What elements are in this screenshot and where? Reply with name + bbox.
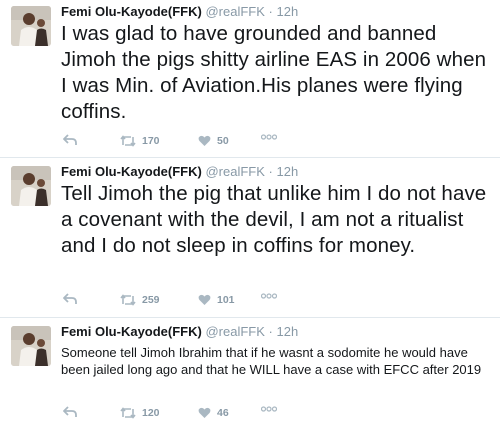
avatar[interactable]: [11, 326, 51, 366]
reply-icon: [63, 134, 77, 145]
more-icon: [261, 293, 277, 299]
tweet-feed: Femi Olu-Kayode(FFK) @realFFK · 12h I wa…: [0, 0, 500, 431]
separator-dot: ·: [268, 4, 273, 19]
retweet-count: 170: [142, 135, 160, 147]
like-icon: [198, 294, 211, 305]
reply-button[interactable]: [63, 134, 77, 146]
retweet-count: 259: [142, 294, 160, 306]
like-button[interactable]: 50: [198, 134, 229, 148]
reply-icon: [63, 406, 77, 417]
tweet-3[interactable]: Femi Olu-Kayode(FFK) @realFFK · 12h Some…: [0, 320, 500, 431]
retweet-icon: [120, 294, 136, 306]
like-icon: [198, 407, 211, 418]
tweet-header: Femi Olu-Kayode(FFK) @realFFK · 12h: [61, 164, 298, 180]
like-button[interactable]: 101: [198, 293, 235, 307]
tweet-2[interactable]: Femi Olu-Kayode(FFK) @realFFK · 12h Tell…: [0, 160, 500, 318]
retweet-count: 120: [142, 407, 160, 419]
like-button[interactable]: 46: [198, 406, 229, 420]
more-icon: [261, 134, 277, 140]
avatar[interactable]: [11, 6, 51, 46]
separator-dot: ·: [268, 164, 273, 179]
retweet-icon: [120, 135, 136, 147]
retweet-button[interactable]: 259: [120, 293, 160, 307]
avatar[interactable]: [11, 166, 51, 206]
tweet-text: I was glad to have grounded and banned J…: [61, 22, 487, 123]
timestamp[interactable]: 12h: [277, 164, 299, 179]
more-button[interactable]: [261, 134, 277, 140]
more-button[interactable]: [261, 406, 277, 412]
author-handle[interactable]: @realFFK: [205, 164, 264, 179]
retweet-button[interactable]: 120: [120, 406, 160, 420]
reply-icon: [63, 293, 77, 304]
author-handle[interactable]: @realFFK: [205, 4, 264, 19]
tweet-text: Someone tell Jimoh Ibrahim that if he wa…: [61, 345, 482, 377]
like-count: 101: [217, 294, 235, 306]
more-button[interactable]: [261, 293, 277, 299]
tweet-header: Femi Olu-Kayode(FFK) @realFFK · 12h: [61, 4, 298, 20]
more-icon: [261, 406, 277, 412]
timestamp[interactable]: 12h: [277, 324, 299, 339]
reply-button[interactable]: [63, 406, 77, 418]
tweet-1[interactable]: Femi Olu-Kayode(FFK) @realFFK · 12h I wa…: [0, 0, 500, 158]
like-count: 46: [217, 407, 229, 419]
reply-button[interactable]: [63, 293, 77, 305]
author-name[interactable]: Femi Olu-Kayode(FFK): [61, 164, 202, 179]
separator-dot: ·: [268, 324, 273, 339]
author-name[interactable]: Femi Olu-Kayode(FFK): [61, 4, 202, 19]
like-icon: [198, 135, 211, 146]
timestamp[interactable]: 12h: [277, 4, 299, 19]
tweet-header: Femi Olu-Kayode(FFK) @realFFK · 12h: [61, 324, 298, 340]
like-count: 50: [217, 135, 229, 147]
author-handle[interactable]: @realFFK: [205, 324, 264, 339]
author-name[interactable]: Femi Olu-Kayode(FFK): [61, 324, 202, 339]
tweet-text: Tell Jimoh the pig that unlike him I do …: [61, 182, 487, 257]
retweet-button[interactable]: 170: [120, 134, 160, 148]
retweet-icon: [120, 407, 136, 419]
